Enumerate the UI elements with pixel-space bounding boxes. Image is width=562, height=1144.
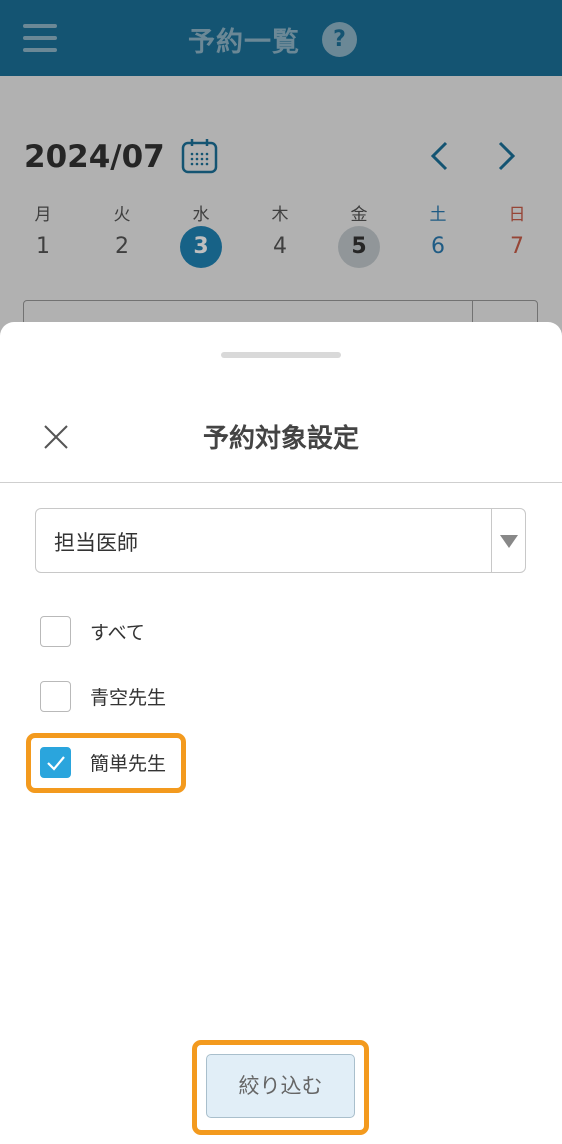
filter-type-select[interactable]: 担当医師 [35, 508, 526, 573]
checkbox[interactable] [40, 681, 71, 712]
option-label: 簡単先生 [90, 753, 167, 775]
checkbox-checked[interactable] [40, 747, 71, 778]
select-separator [491, 509, 492, 572]
divider [0, 482, 562, 483]
option-label: 青空先生 [90, 687, 167, 709]
checkbox[interactable] [40, 616, 71, 647]
sheet-drag-handle[interactable] [221, 352, 341, 358]
checkmark-icon [47, 756, 65, 771]
option-label: すべて [90, 622, 145, 644]
sheet-title: 予約対象設定 [202, 424, 359, 454]
filter-bottom-sheet: 予約対象設定 担当医師 すべて 青空先生 簡単先生 絞り込む [0, 322, 562, 1144]
apply-filter-button[interactable]: 絞り込む [206, 1054, 355, 1118]
dropdown-arrow-icon [500, 535, 518, 548]
filter-type-value: 担当医師 [54, 531, 138, 555]
